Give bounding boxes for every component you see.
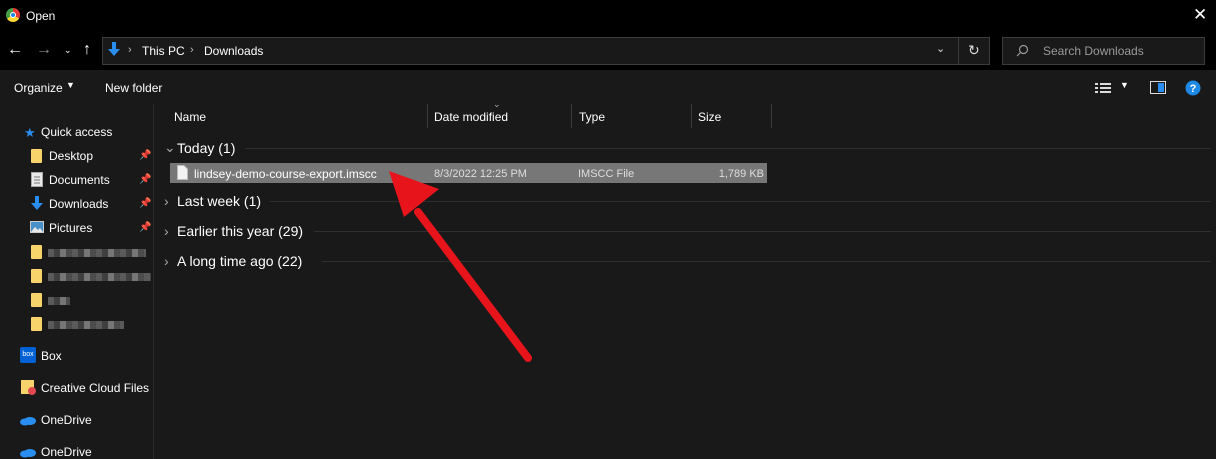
sidebar-item-pictures[interactable]: Pictures <box>49 221 92 235</box>
sidebar-item-documents[interactable]: Documents <box>49 173 110 187</box>
downloads-icon <box>108 42 120 56</box>
annotation-arrow <box>389 171 532 362</box>
sidebar-item-onedrive[interactable]: OneDrive <box>41 445 92 459</box>
redacted-folder-name[interactable] <box>48 297 70 305</box>
view-options-icon[interactable] <box>1095 82 1111 94</box>
breadcrumb-this-pc[interactable]: This PC <box>142 44 185 58</box>
column-divider[interactable] <box>427 104 428 128</box>
search-placeholder: Search Downloads <box>1043 44 1144 58</box>
folder-icon <box>31 149 42 163</box>
organize-button[interactable]: Organize <box>14 81 63 95</box>
breadcrumb-separator-icon: › <box>190 44 194 56</box>
up-arrow-icon[interactable]: ↑ <box>83 40 91 60</box>
sidebar-item-quick-access[interactable]: Quick access <box>41 125 112 139</box>
folder-icon <box>31 317 42 331</box>
breadcrumb-separator-icon: › <box>128 44 132 56</box>
window-title: Open <box>26 9 56 23</box>
forward-arrow-icon[interactable]: → <box>36 40 52 60</box>
pin-icon[interactable]: 📌 <box>139 222 151 233</box>
sidebar-item-desktop[interactable]: Desktop <box>49 149 93 163</box>
svg-text:?: ? <box>1190 83 1197 95</box>
sort-indicator-icon: ⌄ <box>493 99 501 109</box>
group-divider <box>245 148 1211 149</box>
sidebar-item-box[interactable]: Box <box>41 349 62 363</box>
group-long-time-ago[interactable]: A long time ago (22) <box>177 253 302 269</box>
folder-icon <box>31 293 42 307</box>
redacted-folder-name[interactable] <box>48 321 124 329</box>
column-divider[interactable] <box>771 104 772 128</box>
help-icon[interactable]: ? <box>1185 80 1201 96</box>
pin-icon[interactable]: 📌 <box>139 174 151 185</box>
pin-icon[interactable]: 📌 <box>139 150 151 161</box>
column-header-type[interactable]: Type <box>579 110 605 124</box>
folder-icon <box>31 269 42 283</box>
redacted-folder-name[interactable] <box>48 273 151 281</box>
command-bar <box>0 70 1216 104</box>
file-size: 1,789 KB <box>718 168 764 180</box>
onedrive-icon <box>20 417 36 426</box>
back-arrow-icon[interactable]: ← <box>7 40 23 60</box>
chrome-icon <box>6 8 20 22</box>
column-header-date[interactable]: Date modified <box>434 110 508 124</box>
star-icon: ★ <box>24 125 36 140</box>
folder-icon <box>31 245 42 259</box>
chevron-right-icon[interactable]: › <box>164 253 169 269</box>
pin-icon[interactable]: 📌 <box>139 198 151 209</box>
sidebar-item-onedrive[interactable]: OneDrive <box>41 413 92 427</box>
search-icon <box>1016 44 1029 57</box>
refresh-icon[interactable]: ↻ <box>968 42 980 59</box>
new-folder-button[interactable]: New folder <box>105 81 162 95</box>
column-divider[interactable] <box>571 104 572 128</box>
redacted-folder-name[interactable] <box>48 249 146 257</box>
file-icon <box>177 165 188 180</box>
group-today[interactable]: Today (1) <box>177 140 235 156</box>
chevron-right-icon[interactable]: › <box>164 193 169 209</box>
breadcrumb-downloads[interactable]: Downloads <box>204 44 263 58</box>
close-icon[interactable]: ✕ <box>1193 5 1207 25</box>
recent-locations-chevron-icon[interactable]: ⌄ <box>64 45 72 56</box>
address-divider <box>958 37 959 65</box>
chevron-right-icon[interactable]: › <box>164 223 169 239</box>
column-divider[interactable] <box>691 104 692 128</box>
column-header-name[interactable]: Name <box>174 110 206 124</box>
sidebar-item-downloads[interactable]: Downloads <box>49 197 108 211</box>
file-name[interactable]: lindsey-demo-course-export.imscc <box>194 167 377 181</box>
group-last-week[interactable]: Last week (1) <box>177 193 261 209</box>
box-icon: box <box>20 347 36 363</box>
preview-pane-icon[interactable] <box>1150 81 1166 94</box>
title-bar <box>0 0 1216 32</box>
sidebar-item-creative-cloud[interactable]: Creative Cloud Files <box>41 381 149 395</box>
file-type: IMSCC File <box>578 168 635 180</box>
address-dropdown-icon[interactable]: ⌄ <box>936 42 945 55</box>
column-header-size[interactable]: Size <box>698 110 721 124</box>
documents-icon <box>31 172 43 187</box>
downloads-icon <box>31 196 43 210</box>
view-dropdown-icon[interactable]: ▼ <box>1120 80 1129 90</box>
organize-dropdown-icon[interactable]: ▼ <box>66 80 75 90</box>
onedrive-icon <box>20 449 36 458</box>
chevron-down-icon[interactable]: ⌄ <box>164 139 176 156</box>
group-earlier-this-year[interactable]: Earlier this year (29) <box>177 223 303 239</box>
creative-cloud-folder-icon <box>21 380 36 395</box>
pictures-icon <box>30 221 44 233</box>
